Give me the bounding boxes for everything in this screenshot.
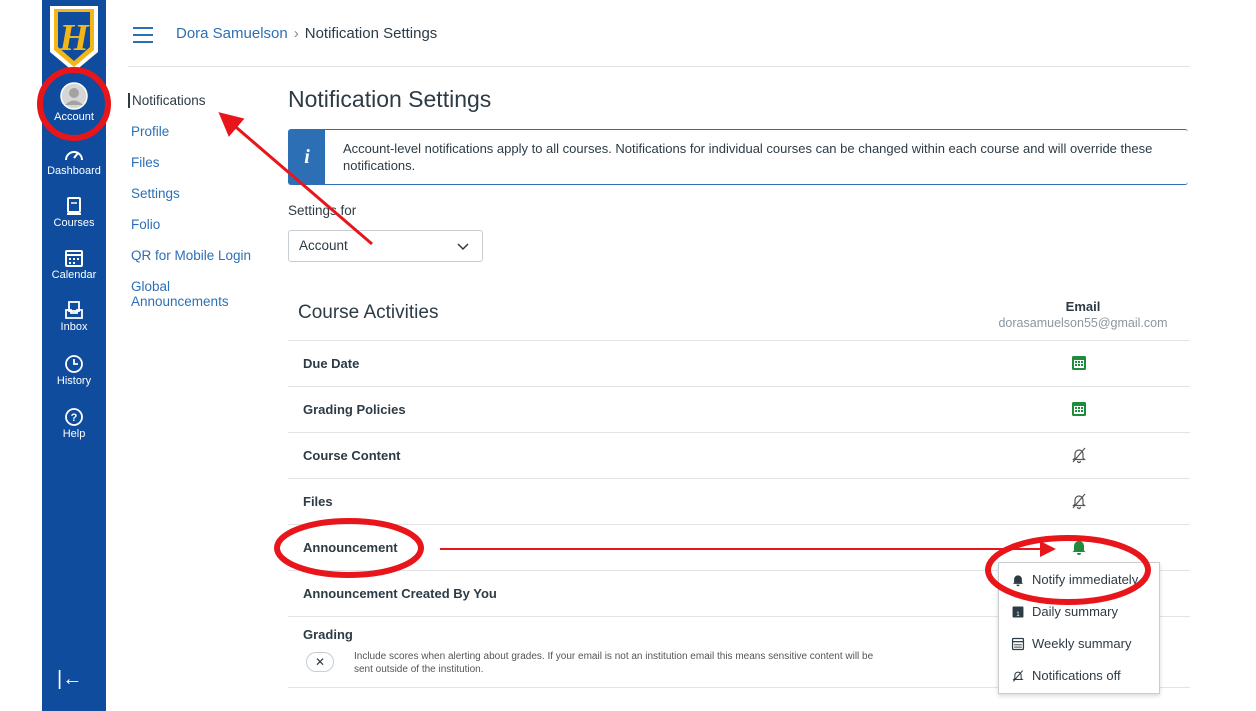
calendar-week-icon bbox=[1011, 637, 1025, 650]
info-icon: i bbox=[289, 130, 325, 184]
menu-option-label: Weekly summary bbox=[1032, 636, 1132, 651]
subnav-global-announcements[interactable]: Global Announcements bbox=[128, 279, 241, 309]
page-title: Notification Settings bbox=[288, 86, 492, 112]
notification-frequency-menu: Notify immediately 1 Daily summary Weekl… bbox=[998, 562, 1160, 694]
nav-help[interactable]: ? Help bbox=[42, 407, 106, 440]
daily-summary-icon[interactable] bbox=[1070, 400, 1088, 418]
calendar-icon bbox=[65, 250, 83, 267]
row-name: Files bbox=[303, 494, 333, 509]
subnav-qr-login[interactable]: QR for Mobile Login bbox=[128, 248, 251, 263]
nav-courses[interactable]: Courses bbox=[42, 196, 106, 229]
inbox-icon bbox=[65, 301, 83, 319]
notifications-off-icon[interactable] bbox=[1070, 446, 1088, 464]
subnav-settings[interactable]: Settings bbox=[128, 186, 180, 201]
nav-label: Calendar bbox=[51, 269, 97, 281]
row-name: Grading Policies bbox=[303, 402, 406, 417]
notify-immediately-icon[interactable] bbox=[1070, 538, 1088, 556]
menu-option-label: Daily summary bbox=[1032, 604, 1118, 619]
chevron-down-icon bbox=[457, 243, 469, 251]
menu-option-label: Notify immediately bbox=[1032, 572, 1139, 587]
email-header: Email bbox=[1065, 299, 1101, 314]
subnav-profile[interactable]: Profile bbox=[128, 124, 169, 139]
dashboard-icon bbox=[65, 151, 83, 161]
notification-row: Course Content bbox=[288, 432, 1190, 479]
collapse-nav-icon[interactable]: |← bbox=[57, 668, 82, 691]
breadcrumb: Dora Samuelson › Notification Settings bbox=[176, 25, 437, 42]
svg-text:H: H bbox=[58, 17, 90, 59]
nav-account[interactable]: Account bbox=[42, 82, 106, 123]
menu-option-notifications-off[interactable]: Notifications off bbox=[1011, 668, 1121, 683]
bell-icon bbox=[1012, 574, 1024, 586]
nav-label: Courses bbox=[53, 217, 95, 229]
section-title: Course Activities bbox=[298, 302, 439, 323]
account-icon bbox=[60, 82, 88, 110]
nav-label: Inbox bbox=[60, 321, 88, 333]
daily-summary-icon[interactable] bbox=[1070, 354, 1088, 372]
subnav-folio[interactable]: Folio bbox=[128, 217, 160, 232]
menu-option-notify-immediately[interactable]: Notify immediately bbox=[1011, 572, 1138, 587]
row-name: Course Content bbox=[303, 448, 401, 463]
breadcrumb-separator: › bbox=[293, 25, 299, 42]
courses-icon bbox=[67, 197, 81, 215]
email-address: dorasamuelson55@gmail.com bbox=[998, 316, 1168, 330]
menu-option-daily-summary[interactable]: 1 Daily summary bbox=[1011, 604, 1118, 619]
nav-inbox[interactable]: Inbox bbox=[42, 300, 106, 333]
nav-history[interactable]: History bbox=[42, 354, 106, 387]
row-name: Due Date bbox=[303, 356, 360, 371]
notification-row: Due Date bbox=[288, 340, 1190, 387]
subnav-files[interactable]: Files bbox=[128, 155, 160, 170]
hamburger-menu-icon[interactable] bbox=[133, 27, 153, 43]
notifications-off-icon[interactable] bbox=[1070, 492, 1088, 510]
row-name: Grading bbox=[303, 627, 353, 642]
menu-option-weekly-summary[interactable]: Weekly summary bbox=[1011, 636, 1131, 651]
breadcrumb-user-link[interactable]: Dora Samuelson bbox=[176, 25, 288, 42]
nav-label: Dashboard bbox=[47, 165, 101, 177]
nav-label: Help bbox=[62, 428, 86, 440]
subnav-notifications[interactable]: Notifications bbox=[128, 93, 206, 108]
menu-option-label: Notifications off bbox=[1032, 668, 1121, 683]
settings-for-select[interactable]: Account bbox=[288, 230, 483, 262]
notification-row: Grading Policies bbox=[288, 386, 1190, 433]
header-divider bbox=[128, 66, 1190, 67]
bell-off-icon bbox=[1012, 669, 1024, 682]
grading-description: Include scores when alerting about grade… bbox=[354, 651, 874, 675]
alert-text: Account-level notifications apply to all… bbox=[343, 141, 1153, 173]
university-logo[interactable]: H bbox=[46, 4, 102, 74]
breadcrumb-current: Notification Settings bbox=[304, 25, 438, 42]
nav-label: Account bbox=[54, 111, 94, 123]
svg-text:1: 1 bbox=[1016, 610, 1020, 617]
notification-row: Files bbox=[288, 478, 1190, 525]
email-column-header: Email dorasamuelson55@gmail.com bbox=[970, 299, 1196, 330]
svg-text:?: ? bbox=[71, 412, 78, 424]
info-alert: i Account-level notifications apply to a… bbox=[288, 129, 1188, 185]
row-name: Announcement bbox=[303, 540, 398, 555]
help-icon: ? bbox=[65, 408, 83, 426]
nav-label: History bbox=[56, 375, 92, 387]
include-scores-toggle[interactable]: ✕ bbox=[306, 652, 334, 672]
nav-calendar[interactable]: Calendar bbox=[42, 248, 106, 281]
select-value: Account bbox=[299, 238, 348, 253]
nav-dashboard[interactable]: Dashboard bbox=[42, 144, 106, 177]
calendar-day-icon: 1 bbox=[1012, 606, 1024, 617]
settings-for-label: Settings for bbox=[288, 203, 357, 218]
history-icon bbox=[65, 355, 83, 373]
row-name: Announcement Created By You bbox=[303, 586, 497, 601]
